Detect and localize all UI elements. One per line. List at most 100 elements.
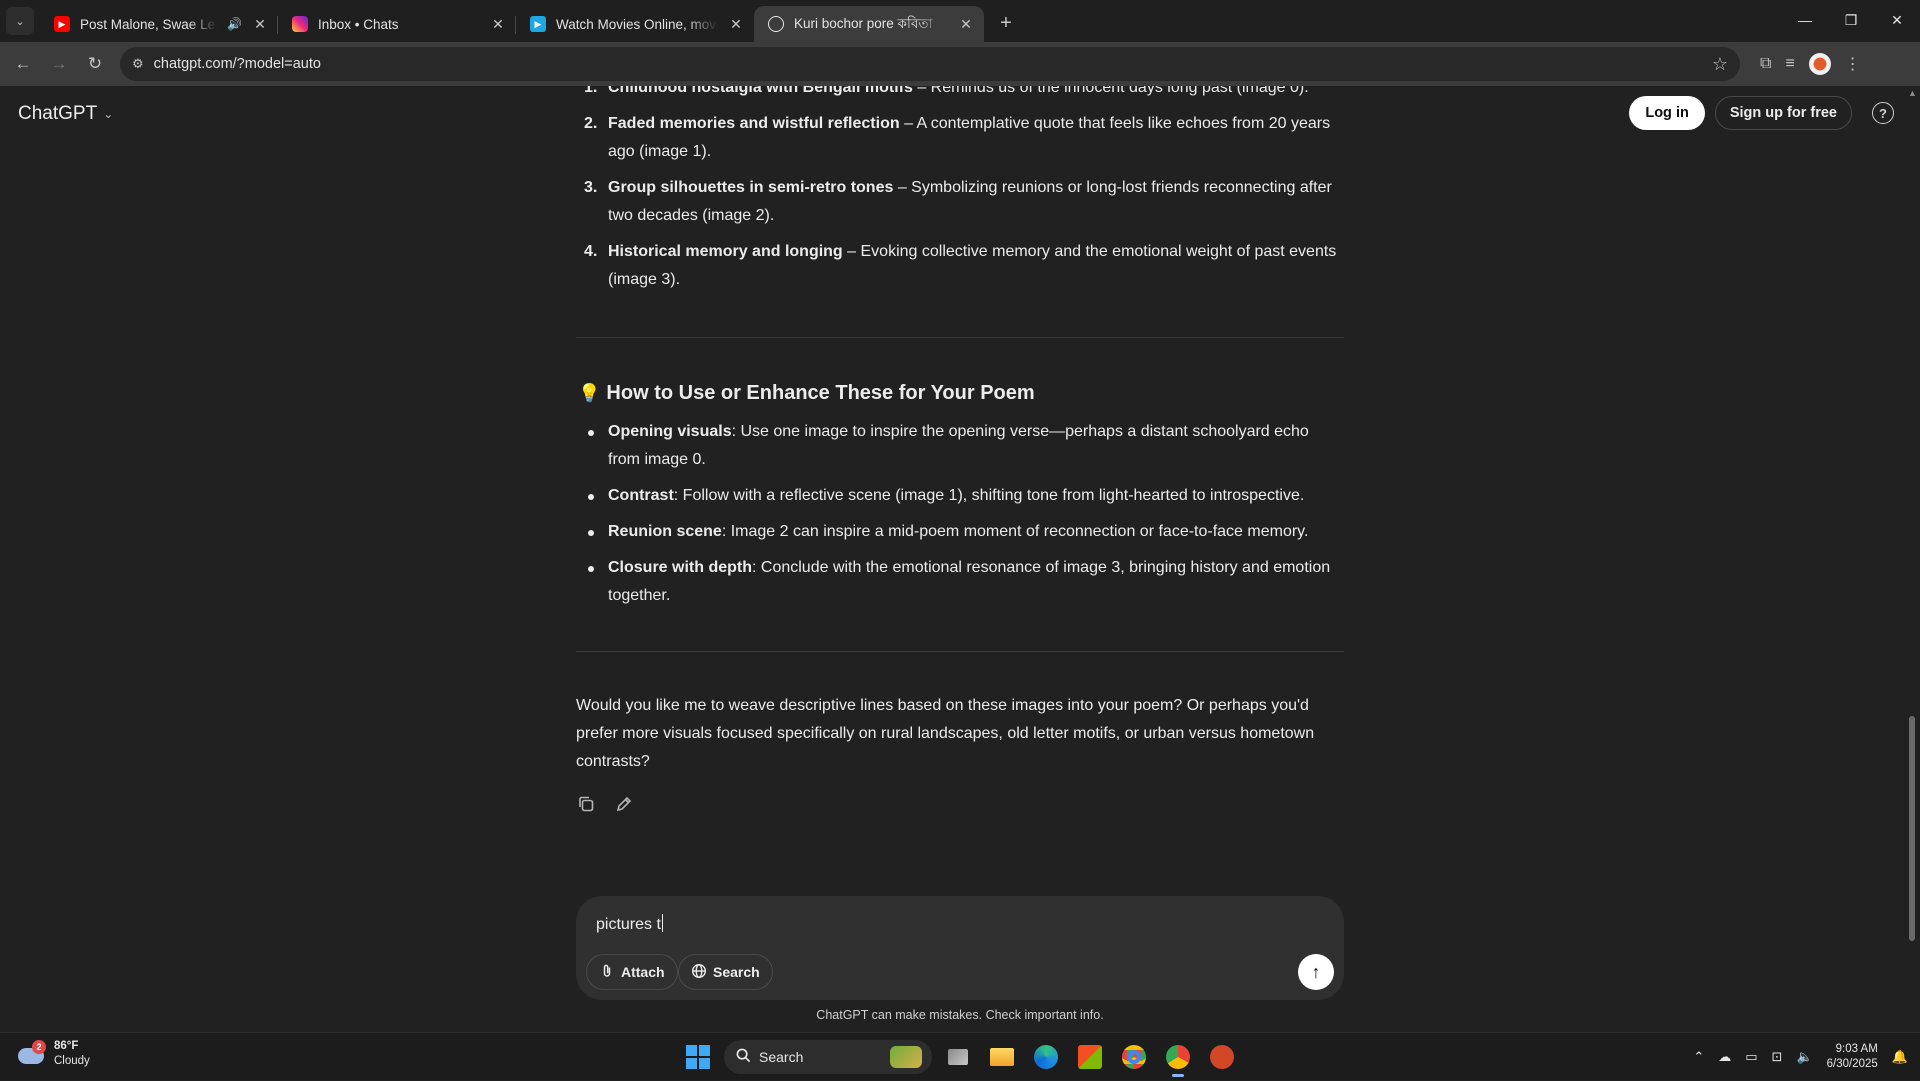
message-actions	[576, 794, 634, 814]
scrollbar-thumb[interactable]	[1909, 716, 1915, 941]
extensions-icon[interactable]: ⧉	[1760, 55, 1771, 73]
themes-list: 1. Childhood nostalgia with Bengali moti…	[576, 86, 1344, 302]
windows-start-icon[interactable]	[680, 1039, 716, 1075]
globe-icon	[691, 963, 707, 982]
back-icon[interactable]: ←	[8, 49, 38, 79]
list-number: 3.	[584, 179, 598, 196]
close-tab-icon[interactable]: ✕	[728, 16, 744, 33]
weather-condition: Cloudy	[54, 1055, 90, 1067]
signup-button[interactable]: Sign up for free	[1714, 96, 1852, 130]
media-controls-icon[interactable]: ≡	[1785, 55, 1794, 73]
weather-badge: 2	[32, 1040, 46, 1054]
composer-value: pictures t	[596, 916, 661, 933]
chatgpt-page: ChatGPT ⌄ Log in Sign up for free ? 1. C…	[0, 86, 1920, 1032]
cloud-offline-icon[interactable]: ☁	[1718, 1049, 1731, 1065]
browser-tab-chatgpt[interactable]: Kuri bochor pore কবিতা ✕	[754, 6, 984, 42]
windows-taskbar: 2 86°F Cloudy Search ⌃ ☁ ▭ ⊡ 🔈 9:03 AM 6…	[0, 1032, 1920, 1080]
attach-label: Attach	[621, 964, 665, 980]
list-item: 2. Faded memories and wistful reflection…	[576, 110, 1344, 166]
section-heading: 💡 How to Use or Enhance These for Your P…	[578, 382, 1035, 405]
speaker-icon[interactable]: 🔊	[227, 17, 242, 31]
close-tab-icon[interactable]: ✕	[252, 16, 268, 33]
model-selector[interactable]: ChatGPT ⌄	[18, 103, 113, 125]
instagram-icon	[292, 16, 308, 32]
temperature: 86°F	[54, 1040, 79, 1052]
section-heading-text: How to Use or Enhance These for Your Poe…	[606, 382, 1035, 404]
chevron-up-icon[interactable]: ⌃	[1693, 1049, 1704, 1065]
composer-input[interactable]: pictures t	[596, 914, 663, 934]
item-text: – Reminds us of the innocent days long p…	[912, 86, 1309, 96]
network-icon[interactable]: ⊡	[1772, 1049, 1783, 1065]
powerpoint-icon[interactable]	[1204, 1039, 1240, 1075]
item-title: Opening visuals	[608, 423, 732, 440]
keyboard-icon[interactable]: ▭	[1745, 1049, 1757, 1065]
clock[interactable]: 9:03 AM 6/30/2025	[1827, 1042, 1878, 1072]
tab-search-button[interactable]: ⌄	[6, 7, 34, 35]
url-text[interactable]: chatgpt.com/?model=auto	[154, 56, 1702, 72]
bookmark-star-icon[interactable]: ☆	[1712, 54, 1728, 75]
attach-button[interactable]: Attach	[586, 954, 678, 990]
reload-icon[interactable]: ↻	[80, 49, 110, 79]
chrome-profile-icon[interactable]	[1160, 1039, 1196, 1077]
file-explorer-icon[interactable]	[984, 1039, 1020, 1075]
volume-icon[interactable]: 🔈	[1796, 1049, 1812, 1065]
close-tab-icon[interactable]: ✕	[490, 16, 506, 33]
forward-icon[interactable]: →	[44, 49, 74, 79]
minimize-icon[interactable]: —	[1782, 0, 1828, 40]
browser-tab-strip: ⌄ ▶ Post Malone, Swae Lee - Sunflower 🔊 …	[0, 0, 1920, 42]
close-window-icon[interactable]: ✕	[1874, 0, 1920, 40]
page-scrollbar[interactable]: ▲	[1908, 88, 1917, 1022]
microsoft-store-icon[interactable]	[1072, 1039, 1108, 1075]
closing-paragraph: Would you like me to weave descriptive l…	[576, 697, 1315, 770]
browser-tab-movies[interactable]: ▶ Watch Movies Online, movies seen ✕	[516, 6, 754, 42]
chrome-icon[interactable]	[1116, 1039, 1152, 1075]
item-title: Closure with depth	[608, 559, 752, 576]
item-title: Group silhouettes in semi-retro tones	[608, 179, 894, 196]
edge-browser-icon[interactable]	[1028, 1039, 1064, 1075]
close-tab-icon[interactable]: ✕	[958, 16, 974, 33]
scroll-up-icon[interactable]: ▲	[1908, 88, 1917, 98]
lightbulb-icon: 💡	[578, 383, 601, 403]
copy-icon[interactable]	[576, 794, 596, 814]
restore-icon[interactable]: ❐	[1828, 0, 1874, 40]
item-text: : Follow with a reflective scene (image …	[673, 487, 1305, 504]
address-bar[interactable]: ⚙ chatgpt.com/?model=auto ☆	[120, 47, 1740, 81]
search-button[interactable]: Search	[678, 954, 773, 990]
window-controls: — ❐ ✕	[1782, 0, 1920, 40]
browser-tab-instagram[interactable]: Inbox • Chats ✕	[278, 6, 516, 42]
list-item: Contrast: Follow with a reflective scene…	[576, 482, 1344, 510]
chevron-down-icon: ⌄	[103, 107, 114, 121]
search-highlight-icon	[890, 1046, 922, 1068]
login-button[interactable]: Log in	[1629, 96, 1705, 130]
help-icon[interactable]: ?	[1872, 102, 1894, 124]
clock-date: 6/30/2025	[1826, 1058, 1878, 1070]
tips-list: Opening visuals: Use one image to inspir…	[576, 418, 1344, 618]
task-view-icon[interactable]	[940, 1039, 976, 1075]
site-info-icon[interactable]: ⚙	[132, 56, 144, 72]
movie-site-icon: ▶	[530, 16, 546, 32]
paperclip-icon	[599, 963, 615, 982]
youtube-icon: ▶	[54, 16, 70, 32]
list-item: 3. Group silhouettes in semi-retro tones…	[576, 174, 1344, 230]
browser-toolbar: ← → ↻ ⚙ chatgpt.com/?model=auto ☆ ⧉ ≡ ⋮	[0, 42, 1920, 86]
weather-widget[interactable]: 2 86°F Cloudy	[16, 1039, 90, 1069]
browser-tab-youtube[interactable]: ▶ Post Malone, Swae Lee - Sunflower 🔊 ✕	[40, 6, 278, 42]
tab-title: Inbox • Chats	[318, 16, 399, 32]
menu-kebab-icon[interactable]: ⋮	[1845, 54, 1861, 74]
new-tab-button[interactable]: +	[992, 9, 1020, 37]
taskbar-search[interactable]: Search	[724, 1040, 932, 1074]
list-number: 1.	[584, 86, 598, 96]
cloudy-weather-icon: 2	[16, 1040, 46, 1066]
taskbar-search-label: Search	[759, 1049, 804, 1065]
item-title: Contrast	[608, 487, 674, 504]
search-label: Search	[713, 964, 760, 980]
item-title: Faded memories and wistful reflection	[608, 115, 900, 132]
profile-avatar[interactable]	[1808, 53, 1831, 75]
message-composer[interactable]: pictures t Attach Search ↑	[576, 896, 1344, 1000]
notification-bell-icon[interactable]: 🔔	[1892, 1049, 1908, 1065]
item-title: Reunion scene	[608, 523, 722, 540]
list-item: Opening visuals: Use one image to inspir…	[576, 418, 1344, 474]
chatgpt-icon	[768, 16, 784, 32]
edit-pencil-icon[interactable]	[614, 794, 634, 814]
send-button[interactable]: ↑	[1298, 954, 1334, 990]
